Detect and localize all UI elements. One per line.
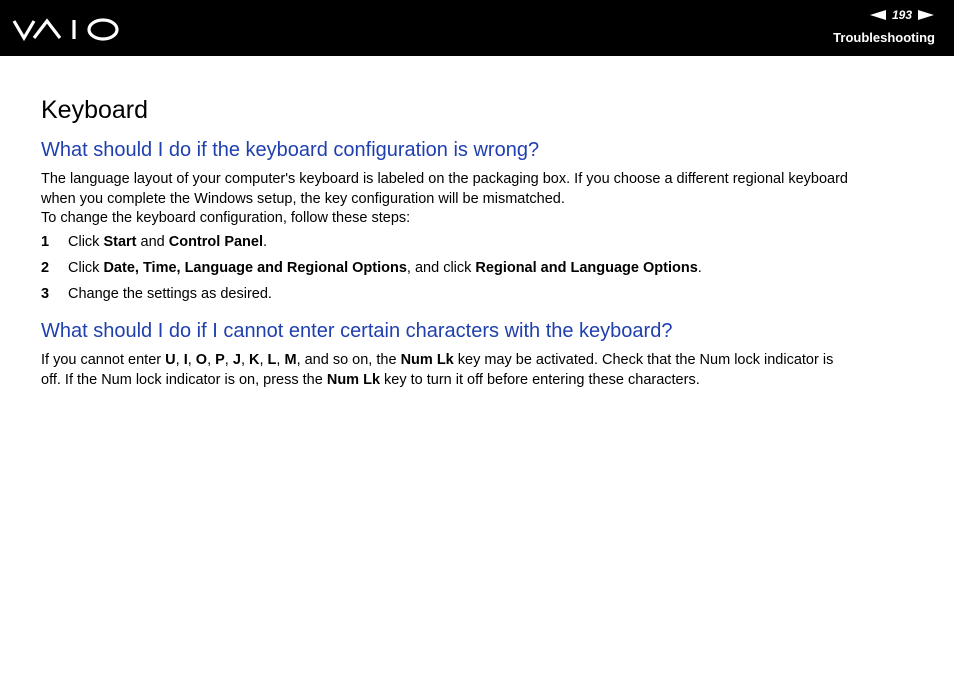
next-page-arrow-icon[interactable] [918, 10, 934, 20]
page-number: 193 [891, 8, 912, 22]
step-item: 1 Click Start and Control Panel. [41, 233, 921, 253]
step-item: 3 Change the settings as desired. [41, 285, 921, 305]
header-bar: 193 Troubleshooting [0, 0, 954, 56]
page-title: Keyboard [41, 96, 149, 124]
paragraph-line: The language layout of your computer's k… [41, 171, 848, 187]
previous-page-arrow-icon[interactable] [869, 10, 886, 20]
step-number: 3 [41, 285, 50, 302]
paragraph-line: when you complete the Windows setup, the… [41, 190, 565, 207]
question-heading-cannot-enter-characters: What should I do if I cannot enter certa… [41, 320, 673, 342]
paragraph-line: To change the keyboard configuration, fo… [41, 210, 411, 226]
step-text: Click Date, Time, Language and Regional … [68, 259, 702, 276]
step-text: Change the settings as desired. [68, 285, 272, 302]
vaio-logo [12, 18, 119, 42]
step-number: 1 [41, 233, 50, 250]
step-item: 2 Click Date, Time, Language and Regiona… [41, 259, 921, 279]
step-number: 2 [41, 259, 50, 276]
section-label: Troubleshooting [833, 30, 935, 45]
paragraph-num-lock: If you cannot enter U, I, O, P, J, K, L,… [41, 352, 834, 388]
main-content: Keyboard What should I do if the keyboar… [41, 96, 921, 390]
question-heading-keyboard-configuration: What should I do if the keyboard configu… [41, 139, 540, 161]
page-navigation: 193 [869, 8, 934, 22]
paragraph-keyboard-layout: The language layout of your computer's k… [41, 170, 921, 229]
steps-list: 1 Click Start and Control Panel. 2 Click… [41, 233, 921, 305]
step-text: Click Start and Control Panel. [68, 233, 268, 250]
